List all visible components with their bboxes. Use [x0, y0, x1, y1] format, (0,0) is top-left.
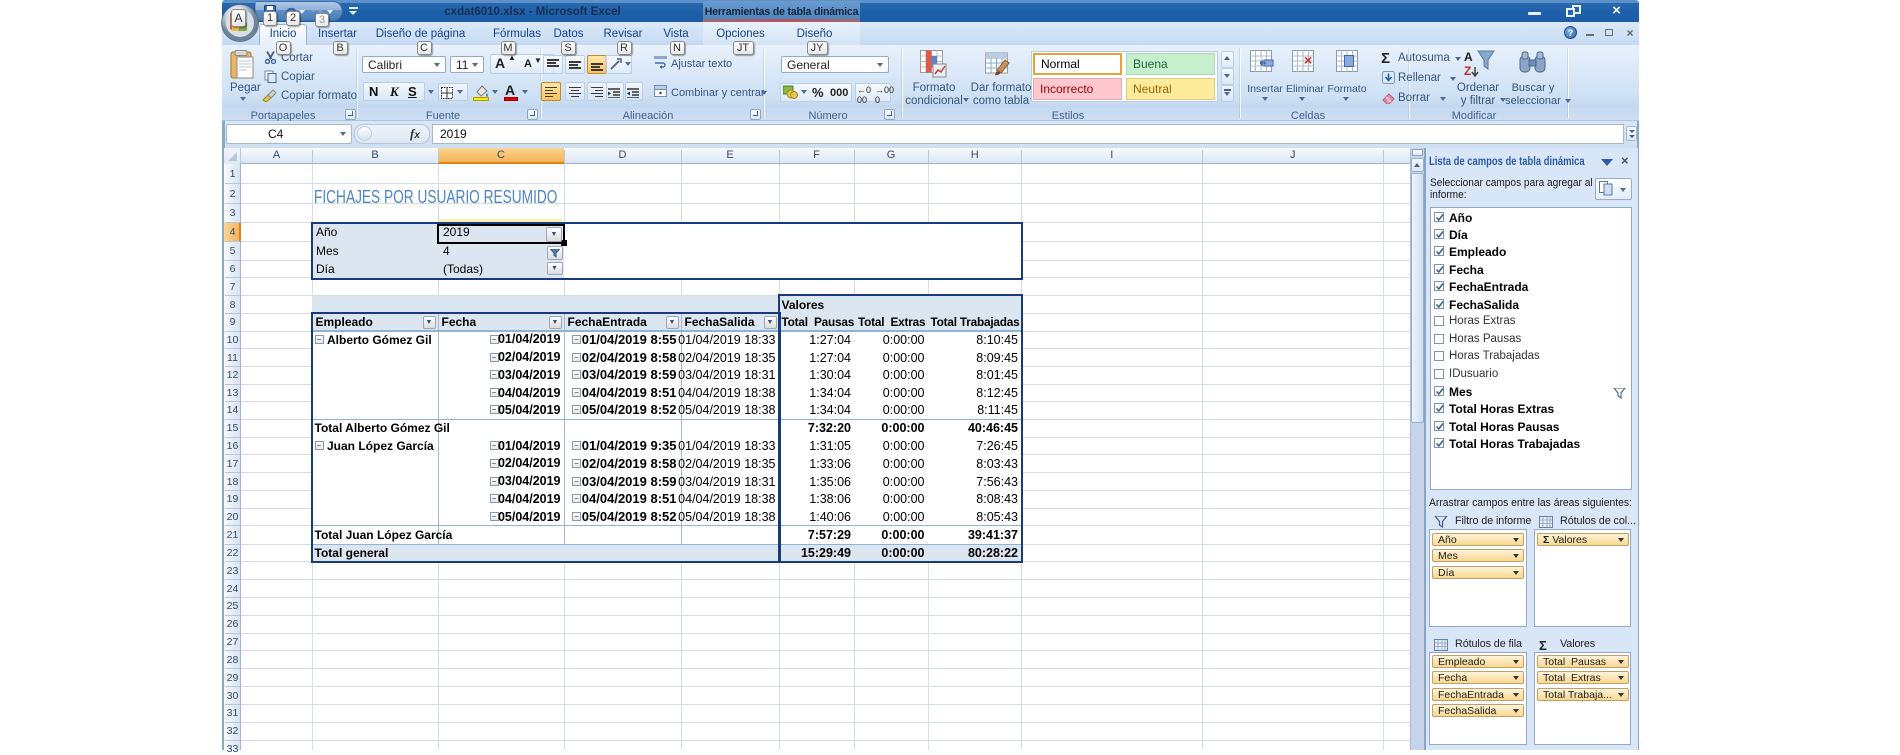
svg-text:A: A	[1464, 50, 1473, 64]
svg-text:Z: Z	[1464, 64, 1471, 78]
